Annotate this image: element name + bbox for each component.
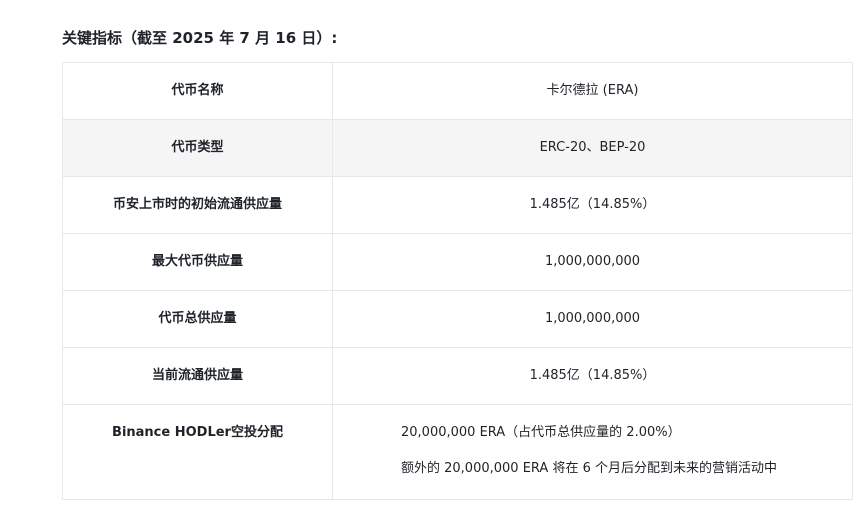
row-label: 代币名称 (62, 62, 333, 120)
key-metrics-table: 代币名称 卡尔德拉 (ERA) 代币类型 ERC-20、BEP-20 币安上市时… (62, 62, 853, 500)
row-value-multiline: 20,000,000 ERA（占代币总供应量的 2.00%） 额外的 20,00… (332, 404, 853, 500)
section-heading: 关键指标（截至 2025 年 7 月 16 日）: (62, 29, 338, 47)
row-label: 币安上市时的初始流通供应量 (62, 176, 333, 234)
table-row: 代币名称 卡尔德拉 (ERA) (62, 62, 853, 120)
row-value: 1.485亿（14.85%） (332, 176, 853, 234)
row-value: 1,000,000,000 (332, 233, 853, 291)
row-label: 最大代币供应量 (62, 233, 333, 291)
row-label: 代币总供应量 (62, 290, 333, 348)
table-row: Binance HODLer空投分配 20,000,000 ERA（占代币总供应… (62, 404, 853, 500)
table-row: 代币类型 ERC-20、BEP-20 (62, 119, 853, 177)
table-row: 代币总供应量 1,000,000,000 (62, 290, 853, 348)
row-value: 1.485亿（14.85%） (332, 347, 853, 405)
row-value: 卡尔德拉 (ERA) (332, 62, 853, 120)
row-label: 当前流通供应量 (62, 347, 333, 405)
table-row: 币安上市时的初始流通供应量 1.485亿（14.85%） (62, 176, 853, 234)
row-value: ERC-20、BEP-20 (332, 119, 853, 177)
table-row: 当前流通供应量 1.485亿（14.85%） (62, 347, 853, 405)
row-label: Binance HODLer空投分配 (62, 404, 333, 500)
airdrop-allocation-line: 20,000,000 ERA（占代币总供应量的 2.00%） (401, 425, 681, 440)
marketing-allocation-line: 额外的 20,000,000 ERA 将在 6 个月后分配到未来的营销活动中 (401, 461, 777, 476)
row-value: 1,000,000,000 (332, 290, 853, 348)
row-label: 代币类型 (62, 119, 333, 177)
table-row: 最大代币供应量 1,000,000,000 (62, 233, 853, 291)
